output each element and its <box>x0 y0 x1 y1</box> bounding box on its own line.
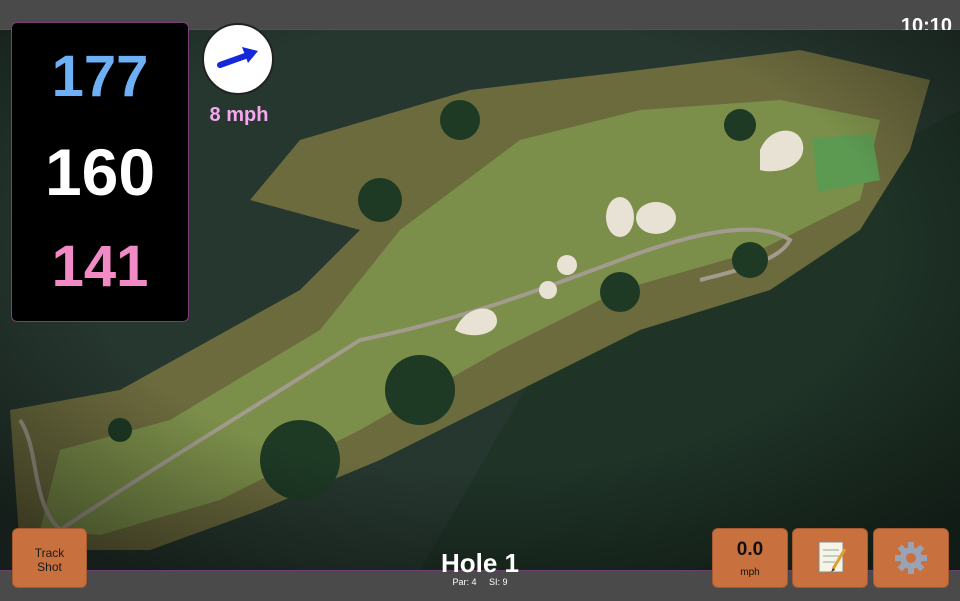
track-shot-button[interactable]: Track Shot <box>12 528 87 588</box>
speed-unit: mph <box>740 567 760 578</box>
wind-arrow-icon <box>217 47 258 68</box>
wind-speed-label: 8 mph <box>209 104 269 126</box>
distance-middle: 160 <box>44 135 156 209</box>
wind-direction-dial <box>202 23 274 95</box>
hole-par: Par: 4 <box>452 577 477 587</box>
speed-button[interactable]: 0.0 mph <box>712 528 788 588</box>
notepad-icon <box>818 541 847 573</box>
hole-title: Hole 1 <box>440 548 520 578</box>
settings-button[interactable] <box>873 528 949 588</box>
distance-back: 177 <box>51 44 149 109</box>
hole-meta: Par: 4 SI: 9 <box>380 577 580 587</box>
hole-stroke-index: SI: 9 <box>489 577 508 587</box>
notes-button[interactable] <box>792 528 868 588</box>
gear-icon <box>895 542 927 574</box>
speed-value: 0.0 <box>736 539 764 560</box>
distance-front: 141 <box>51 234 149 299</box>
track-shot-label: Track Shot <box>34 546 65 574</box>
distance-panel: 177 160 141 <box>11 22 189 322</box>
